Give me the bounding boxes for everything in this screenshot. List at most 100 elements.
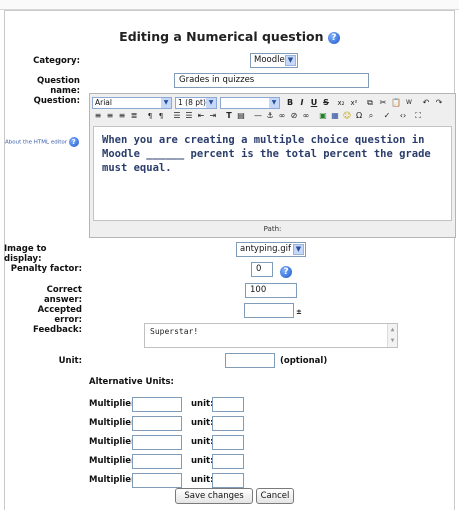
alternative-units-heading: Alternative Units: bbox=[89, 377, 174, 387]
unit-label: Unit: bbox=[58, 356, 82, 366]
cancel-button[interactable]: Cancel bbox=[256, 488, 294, 504]
redo-icon[interactable]: ↷ bbox=[433, 97, 445, 109]
category-select[interactable]: Moodle ▼ bbox=[250, 53, 298, 68]
anchor-icon[interactable]: ⚓ bbox=[265, 110, 275, 122]
chevron-down-icon: ▼ bbox=[161, 98, 171, 108]
feedback-value: Superstar! bbox=[150, 327, 199, 336]
correct-answer-input[interactable]: 100 bbox=[245, 283, 297, 298]
align-center-icon[interactable]: ≡ bbox=[105, 110, 115, 122]
question-label: Question: bbox=[33, 96, 80, 106]
horizontal-rule-icon[interactable]: — bbox=[253, 110, 263, 122]
ordered-list-icon[interactable]: ☰ bbox=[172, 110, 182, 122]
spellcheck-icon[interactable]: ✓ bbox=[382, 110, 392, 122]
alt-unit-input[interactable] bbox=[212, 454, 244, 469]
multiplier-input[interactable] bbox=[132, 397, 182, 412]
unit-optional-note: (optional) bbox=[280, 356, 328, 366]
html-editor-help-link[interactable]: About the HTML editor ? bbox=[5, 137, 79, 147]
italic-icon[interactable]: I bbox=[297, 97, 307, 109]
subscript-icon[interactable]: x₂ bbox=[335, 97, 347, 109]
unit-label: unit: bbox=[191, 456, 214, 466]
underline-icon[interactable]: U bbox=[309, 97, 319, 109]
unit-label: unit: bbox=[191, 475, 214, 485]
penalty-input[interactable]: 0 bbox=[251, 262, 273, 277]
chevron-down-icon: ▼ bbox=[285, 55, 296, 66]
image-label: Image to display: bbox=[4, 244, 47, 264]
feedback-label: Feedback: bbox=[33, 325, 82, 335]
smiley-icon[interactable]: ☺ bbox=[342, 110, 352, 122]
html-editor: Arial ▼ 1 (8 pt) ▼ ▼ B I U S x₂ x² ⧉ ✂ 📋… bbox=[89, 93, 456, 238]
alt-unit-input[interactable] bbox=[212, 397, 244, 412]
font-family-select[interactable]: Arial ▼ bbox=[92, 97, 172, 109]
font-family-value: Arial bbox=[95, 98, 112, 107]
question-name-label: Question name: bbox=[37, 76, 80, 96]
copy-icon[interactable]: ⧉ bbox=[364, 97, 376, 109]
font-size-select[interactable]: 1 (8 pt) ▼ bbox=[175, 97, 217, 109]
link-icon[interactable]: ∞ bbox=[277, 110, 287, 122]
top-bar bbox=[0, 0, 459, 10]
help-icon[interactable]: ? bbox=[327, 31, 340, 44]
multiplier-input[interactable] bbox=[132, 416, 182, 431]
strikethrough-icon[interactable]: S bbox=[321, 97, 331, 109]
plus-minus-marker: ± bbox=[296, 308, 302, 316]
text-color-icon[interactable]: T bbox=[224, 110, 234, 122]
unit-label: unit: bbox=[191, 418, 214, 428]
multiplier-input[interactable] bbox=[132, 454, 182, 469]
help-icon[interactable]: ? bbox=[280, 266, 292, 278]
image-value: antyping.gif bbox=[240, 244, 291, 254]
chevron-down-icon: ▼ bbox=[206, 98, 216, 108]
paste-icon[interactable]: 📋 bbox=[390, 97, 402, 109]
unlink-icon[interactable]: ⊘ bbox=[289, 110, 299, 122]
chevron-down-icon: ▼ bbox=[269, 98, 279, 108]
unit-label: unit: bbox=[191, 399, 214, 409]
indent-icon[interactable]: ⇥ bbox=[208, 110, 218, 122]
correct-answer-label: Correct answer: bbox=[43, 285, 82, 305]
justify-icon[interactable]: ≣ bbox=[129, 110, 139, 122]
special-char-icon[interactable]: Ω bbox=[354, 110, 364, 122]
unit-label: unit: bbox=[191, 437, 214, 447]
save-changes-button[interactable]: Save changes bbox=[175, 488, 253, 504]
align-left-icon[interactable]: ≡ bbox=[93, 110, 103, 122]
cut-icon[interactable]: ✂ bbox=[377, 97, 389, 109]
paragraph-style-select[interactable]: ▼ bbox=[220, 97, 280, 109]
table-icon[interactable]: ▦ bbox=[330, 110, 340, 122]
font-size-value: 1 (8 pt) bbox=[178, 98, 206, 107]
question-name-input[interactable]: Grades in quizzes bbox=[174, 73, 369, 88]
background-color-icon[interactable]: ▤ bbox=[236, 110, 246, 122]
html-editor-link-text[interactable]: About the HTML editor bbox=[5, 140, 67, 146]
accepted-error-label: Accepted error: bbox=[37, 305, 82, 325]
ltr-icon[interactable]: ¶ bbox=[145, 110, 155, 122]
paste-word-icon[interactable]: W bbox=[403, 97, 415, 109]
superscript-icon[interactable]: x² bbox=[348, 97, 360, 109]
unit-input[interactable] bbox=[225, 353, 275, 368]
editor-toolbar-row-2: ≡ ≡ ≡ ≣ ¶ ¶ ☰ ☰ ⇤ ⇥ T ▤ — ⚓ ∞ ⊘ ∞ ▣ ▦ ☺ … bbox=[90, 110, 455, 126]
page-title-text: Editing a Numerical question bbox=[119, 29, 324, 44]
image-icon[interactable]: ▣ bbox=[318, 110, 328, 122]
search-replace-icon[interactable]: ⌕ bbox=[366, 110, 376, 122]
bold-icon[interactable]: B bbox=[285, 97, 295, 109]
nolink-icon[interactable]: ∞ bbox=[301, 110, 311, 122]
fullscreen-icon[interactable]: ⛶ bbox=[412, 110, 424, 122]
page-title: Editing a Numerical question ? bbox=[0, 29, 459, 44]
rtl-icon[interactable]: ¶ bbox=[156, 110, 166, 122]
unordered-list-icon[interactable]: ☰ bbox=[184, 110, 194, 122]
image-select[interactable]: antyping.gif ▼ bbox=[236, 242, 306, 257]
undo-icon[interactable]: ↶ bbox=[420, 97, 432, 109]
html-source-icon[interactable]: ‹› bbox=[397, 110, 409, 122]
editor-path-bar: Path: bbox=[263, 225, 282, 233]
alt-unit-input[interactable] bbox=[212, 416, 244, 431]
chevron-down-icon: ▼ bbox=[293, 244, 304, 255]
category-value: Moodle bbox=[254, 55, 285, 65]
outdent-icon[interactable]: ⇤ bbox=[196, 110, 206, 122]
accepted-error-input[interactable] bbox=[244, 303, 294, 318]
multiplier-input[interactable] bbox=[132, 473, 182, 488]
alt-unit-input[interactable] bbox=[212, 473, 244, 488]
multiplier-input[interactable] bbox=[132, 435, 182, 450]
align-right-icon[interactable]: ≡ bbox=[117, 110, 127, 122]
scrollbar[interactable]: ▲ ▼ bbox=[387, 324, 397, 347]
question-text-area[interactable]: When you are creating a multiple choice … bbox=[93, 126, 452, 221]
category-label: Category: bbox=[33, 56, 80, 66]
alt-unit-input[interactable] bbox=[212, 435, 244, 450]
penalty-label: Penalty factor: bbox=[10, 264, 82, 274]
help-icon[interactable]: ? bbox=[68, 137, 79, 147]
feedback-textarea[interactable]: Superstar! ▲ ▼ bbox=[144, 323, 398, 348]
